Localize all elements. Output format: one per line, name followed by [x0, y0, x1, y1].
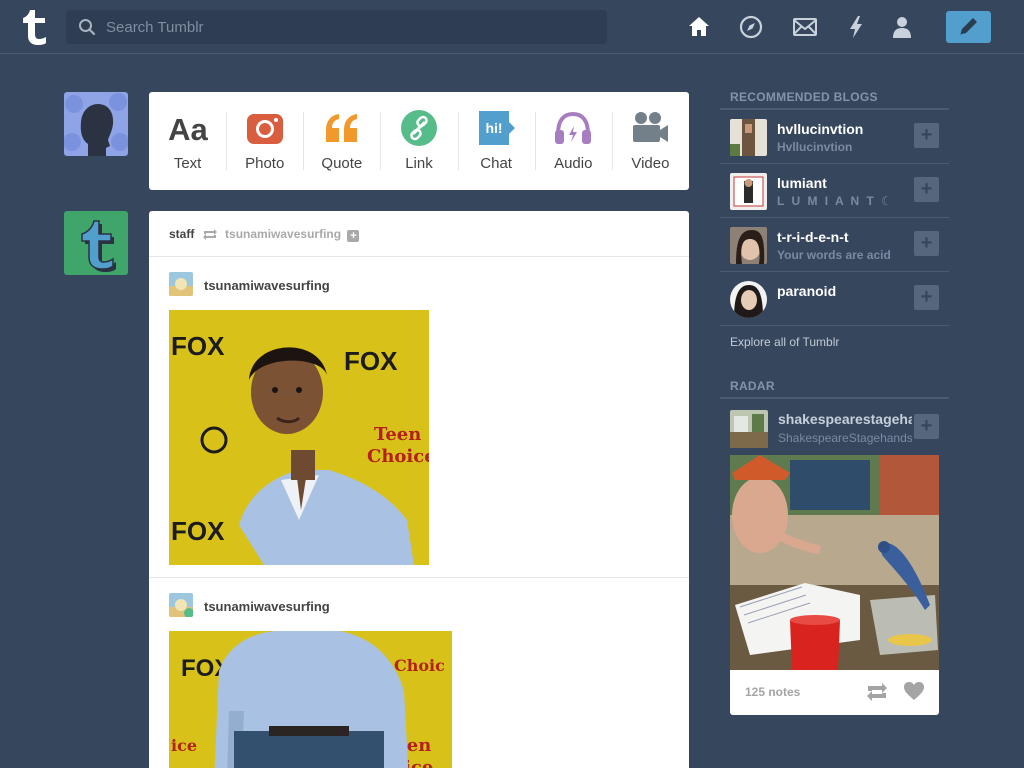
user-avatar[interactable]: [64, 92, 128, 156]
heart-icon[interactable]: [903, 681, 925, 703]
follow-button[interactable]: +: [914, 231, 939, 256]
blog-name[interactable]: hvllucinvtion: [777, 121, 907, 137]
svg-text:ice: ice: [171, 736, 197, 755]
post-type-quote[interactable]: Quote: [303, 92, 380, 190]
search-icon: [79, 19, 96, 36]
headphones-icon: [555, 111, 592, 144]
post-type-video[interactable]: Video: [611, 92, 689, 190]
compass-icon[interactable]: [738, 14, 764, 40]
follow-button[interactable]: +: [914, 177, 939, 202]
mail-icon[interactable]: [792, 14, 818, 40]
follow-button[interactable]: +: [914, 414, 939, 439]
post-type-photo[interactable]: Photo: [226, 92, 303, 190]
text-icon: Aa: [168, 112, 208, 146]
reblog-icon[interactable]: [865, 681, 889, 703]
recommended-blogs-title: RECOMMENDED BLOGS: [730, 90, 878, 104]
svg-text:FOX: FOX: [171, 516, 225, 546]
entry-username[interactable]: tsunamiwavesurfing: [204, 278, 330, 293]
pencil-icon: [960, 18, 977, 36]
post-type-link[interactable]: Link: [380, 92, 457, 190]
post-type-chat[interactable]: hi! Chat: [457, 92, 535, 190]
quote-icon: [325, 114, 357, 142]
post-photo[interactable]: FOX FOX FOX Teen Choice: [169, 310, 429, 565]
radar-photo[interactable]: [730, 455, 939, 670]
top-bar: [0, 0, 1024, 54]
svg-text:FOX: FOX: [171, 331, 225, 361]
staff-avatar[interactable]: [64, 211, 128, 275]
blog-name[interactable]: lumiant: [777, 175, 907, 191]
entry-avatar[interactable]: [169, 272, 193, 296]
svg-text:Choic: Choic: [394, 656, 445, 675]
svg-text:FOX: FOX: [344, 346, 398, 376]
radar-blog-row[interactable]: shakespearestagehands ShakespeareStageha…: [720, 400, 949, 454]
post-photo[interactable]: FOX ice Choic Teen hoice: [169, 631, 452, 768]
svg-text:Teen: Teen: [374, 424, 421, 445]
blog-avatar[interactable]: [730, 281, 767, 318]
blog-name[interactable]: t-r-i-d-e-n-t: [777, 229, 907, 245]
tumblr-logo-icon[interactable]: [18, 7, 50, 47]
entry-avatar[interactable]: [169, 593, 193, 617]
chat-icon: hi!: [479, 111, 516, 145]
follow-plus-icon[interactable]: +: [347, 230, 360, 242]
video-camera-icon: [633, 112, 669, 142]
blog-description: Hvllucinvtion: [777, 140, 853, 154]
lightning-icon[interactable]: [843, 14, 869, 40]
search-input[interactable]: [106, 10, 596, 44]
compose-button[interactable]: [946, 11, 991, 43]
reblogged-from-link[interactable]: tsunamiwavesurfing: [225, 227, 341, 241]
recommended-blog-row[interactable]: hvllucinvtion Hvllucinvtion +: [720, 110, 949, 164]
svg-text:Choice: Choice: [367, 446, 429, 467]
svg-text:Aa: Aa: [168, 112, 208, 146]
svg-text:hi!: hi!: [486, 120, 503, 136]
account-icon[interactable]: [889, 14, 915, 40]
recommended-blog-row[interactable]: paranoid +: [720, 272, 949, 326]
recommended-blog-row[interactable]: lumiant L U M I A N T ☾ +: [720, 164, 949, 218]
feed-post: staff tsunamiwavesurfing + tsunamiwavesu…: [149, 211, 689, 768]
blog-description: L U M I A N T ☾: [777, 194, 894, 208]
explore-link[interactable]: Explore all of Tumblr: [730, 335, 839, 349]
blog-avatar[interactable]: [730, 173, 767, 210]
entry-username[interactable]: tsunamiwavesurfing: [204, 599, 330, 614]
radar-post: 125 notes: [730, 455, 939, 715]
follow-button[interactable]: +: [914, 123, 939, 148]
reblog-icon: [202, 229, 217, 240]
blog-avatar[interactable]: [730, 119, 767, 156]
post-header: staff tsunamiwavesurfing +: [149, 211, 689, 257]
blog-name[interactable]: paranoid: [777, 283, 907, 299]
blog-description: Your words are acid: [777, 248, 891, 262]
blog-name[interactable]: shakespearestagehands: [778, 411, 912, 427]
recommended-blog-row[interactable]: t-r-i-d-e-n-t Your words are acid +: [720, 218, 949, 272]
link-icon: [400, 110, 437, 146]
post-type-audio[interactable]: Audio: [534, 92, 612, 190]
entry-divider: [149, 577, 689, 578]
radar-title: RADAR: [730, 379, 775, 393]
search-box[interactable]: [66, 10, 607, 44]
camera-icon: [246, 114, 283, 144]
post-type-text[interactable]: Aa Text: [149, 92, 226, 190]
blog-avatar[interactable]: [730, 410, 768, 448]
blog-description: ShakespeareStagehands: [778, 431, 912, 445]
home-icon[interactable]: [686, 14, 712, 40]
post-type-bar: Aa Text Photo Quote Link hi! Chat Audio …: [149, 92, 689, 190]
post-author-link[interactable]: staff: [169, 227, 194, 241]
follow-button[interactable]: +: [914, 285, 939, 310]
notes-count[interactable]: 125 notes: [745, 685, 800, 699]
sidebar-divider: [720, 397, 949, 399]
blog-avatar[interactable]: [730, 227, 767, 264]
